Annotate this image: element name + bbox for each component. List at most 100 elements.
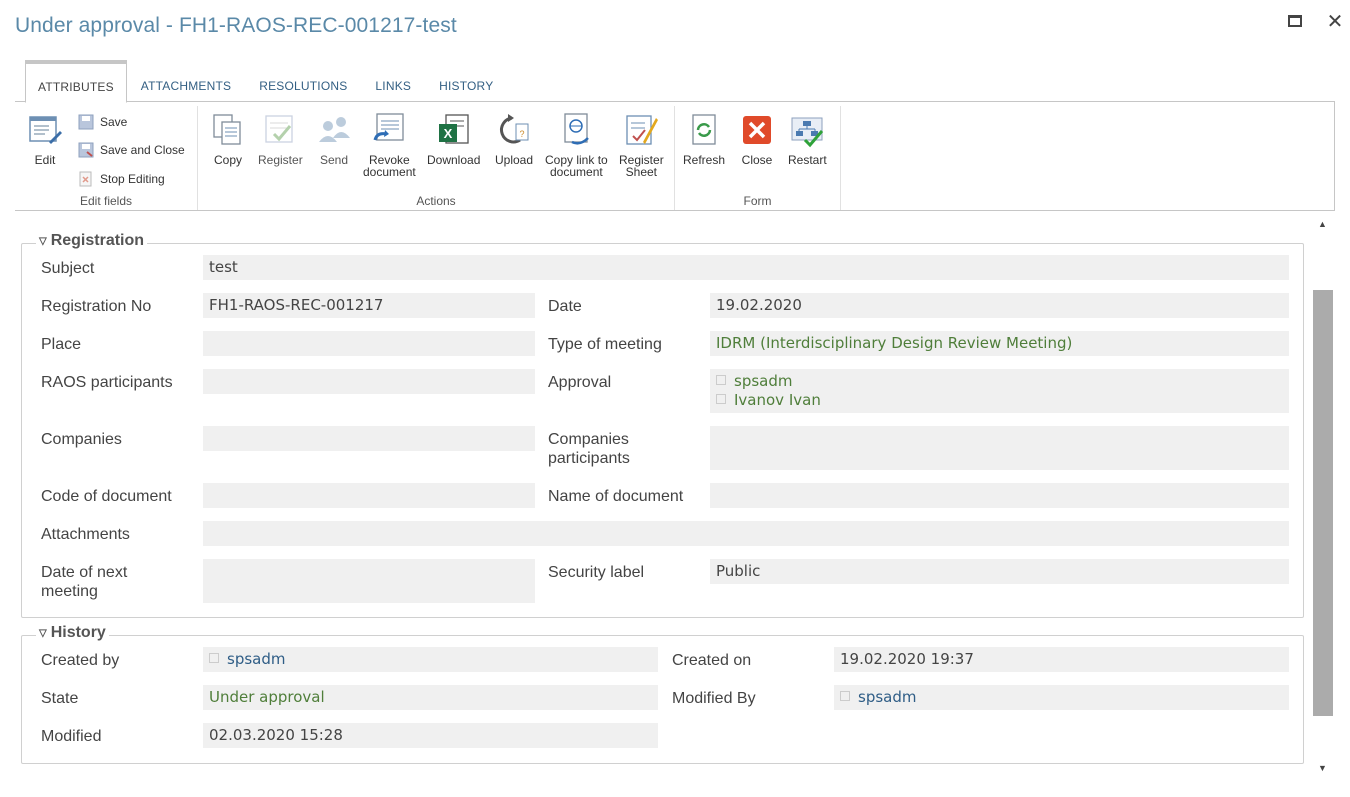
companies-participants-label-line1: Companies xyxy=(548,431,629,448)
register-label: Register xyxy=(258,153,303,167)
companies-label: Companies xyxy=(41,431,122,448)
approval-label: Approval xyxy=(548,374,612,391)
registration-legend-text: Registration xyxy=(50,232,145,249)
created-by-user[interactable]: spsadm xyxy=(227,650,285,668)
ribbon-group-form: Refresh Close Restart Form xyxy=(675,106,841,210)
window-title: Under approval - FH1-RAOS-REC-001217-tes… xyxy=(15,14,457,37)
register-sheet-icon xyxy=(626,115,659,145)
registration-no-label: Registration No xyxy=(41,298,152,315)
history-legend[interactable]: ▽ History xyxy=(36,624,109,642)
attachments-field[interactable] xyxy=(203,521,1289,546)
maximize-button[interactable] xyxy=(1284,10,1306,32)
date-of-next-meeting-label-line1: Date of next xyxy=(41,564,128,581)
date-label: Date xyxy=(548,298,582,315)
companies-field[interactable] xyxy=(203,426,535,451)
save-label: Save xyxy=(100,115,128,129)
register-icon xyxy=(265,115,293,143)
save-close-icon xyxy=(78,142,94,158)
upload-icon: ? xyxy=(500,114,529,144)
approval-field[interactable]: spsadm Ivanov Ivan xyxy=(710,369,1289,413)
companies-participants-field[interactable] xyxy=(710,426,1289,470)
companies-participants-label-line2: participants xyxy=(548,450,630,467)
code-of-document-field[interactable] xyxy=(203,483,535,508)
scroll-up-arrow-icon[interactable]: ▲ xyxy=(1312,215,1333,233)
date-of-next-meeting-label-line2: meeting xyxy=(41,583,98,600)
revoke-document-icon xyxy=(373,113,404,141)
tab-resolutions[interactable]: RESOLUTIONS xyxy=(245,60,361,102)
code-of-document-label: Code of document xyxy=(41,488,172,505)
approval-person[interactable]: Ivanov Ivan xyxy=(716,391,1283,410)
modified-by-field[interactable]: spsadm xyxy=(834,685,1289,710)
copy-label: Copy xyxy=(213,153,242,167)
checkbox-icon xyxy=(209,653,219,663)
copy-link-icon xyxy=(564,113,590,145)
date-field[interactable]: 19.02.2020 xyxy=(710,293,1289,318)
stop-editing-button[interactable]: Stop Editing xyxy=(78,171,165,187)
edit-button[interactable]: Edit xyxy=(27,112,63,166)
ribbon-group-edit-fields: Edit Save Save and Close Stop Editing Ed… xyxy=(15,106,198,210)
collapse-triangle-icon: ▽ xyxy=(39,627,47,639)
refresh-button[interactable]: Refresh xyxy=(683,112,725,166)
date-of-next-meeting-field[interactable] xyxy=(203,559,535,603)
collapse-triangle-icon: ▽ xyxy=(39,235,47,247)
send-button[interactable]: Send xyxy=(316,112,352,166)
register-sheet-button[interactable]: Register Sheet xyxy=(619,112,664,178)
copy-link-button[interactable]: Copy link to document xyxy=(545,112,608,178)
place-label: Place xyxy=(41,336,82,353)
checkbox-icon xyxy=(840,691,850,701)
send-users-icon xyxy=(319,117,350,142)
scrollbar-thumb[interactable] xyxy=(1313,290,1333,716)
history-legend-text: History xyxy=(50,624,106,641)
copy-button[interactable]: Copy xyxy=(210,112,246,166)
close-window-button[interactable]: ✕ xyxy=(1324,10,1346,33)
stop-editing-icon xyxy=(79,171,92,187)
close-icon: ✕ xyxy=(1326,10,1344,33)
registration-no-field[interactable]: FH1-RAOS-REC-001217 xyxy=(203,293,535,318)
approval-person[interactable]: spsadm xyxy=(716,372,1283,391)
upload-button[interactable]: ? Upload xyxy=(495,112,533,166)
download-button[interactable]: X Download xyxy=(427,112,480,166)
approval-person-name: spsadm xyxy=(734,372,793,390)
tab-links[interactable]: LINKS xyxy=(361,60,425,102)
modified-by-user[interactable]: spsadm xyxy=(858,688,916,706)
scroll-down-arrow-icon[interactable]: ▼ xyxy=(1312,759,1333,777)
name-of-document-label: Name of document xyxy=(548,488,684,505)
edit-label: Edit xyxy=(34,153,56,167)
tab-history[interactable]: HISTORY xyxy=(425,60,507,102)
tab-bar: ATTRIBUTES ATTACHMENTS RESOLUTIONS LINKS… xyxy=(25,60,507,103)
type-of-meeting-label: Type of meeting xyxy=(548,336,662,353)
raos-participants-field[interactable] xyxy=(203,369,535,394)
created-by-label: Created by xyxy=(41,652,120,669)
revoke-label-line2: document xyxy=(363,165,416,179)
place-field[interactable] xyxy=(203,331,535,356)
created-on-label: Created on xyxy=(672,652,752,669)
edit-icon xyxy=(29,116,62,144)
raos-participants-label: RAOS participants xyxy=(41,374,173,391)
save-and-close-button[interactable]: Save and Close xyxy=(78,142,185,158)
registration-legend[interactable]: ▽ Registration xyxy=(36,232,148,250)
checkbox-icon xyxy=(716,394,726,404)
register-sheet-label-line2: Sheet xyxy=(625,165,658,179)
security-label-field[interactable]: Public xyxy=(710,559,1289,584)
restart-button[interactable]: Restart xyxy=(788,112,827,166)
type-of-meeting-field[interactable]: IDRM (Interdisciplinary Design Review Me… xyxy=(710,331,1289,356)
subject-field[interactable]: test xyxy=(203,255,1289,280)
security-label-label: Security label xyxy=(548,564,645,581)
save-button[interactable]: Save xyxy=(78,114,127,130)
tab-attributes[interactable]: ATTRIBUTES xyxy=(25,60,127,103)
excel-download-icon: X xyxy=(438,114,469,144)
form-group-label: Form xyxy=(743,194,772,208)
created-by-field[interactable]: spsadm xyxy=(203,647,658,672)
state-field: Under approval xyxy=(203,685,658,710)
name-of-document-field[interactable] xyxy=(710,483,1289,508)
tab-attachments[interactable]: ATTACHMENTS xyxy=(127,60,245,102)
download-label: Download xyxy=(427,153,481,167)
revoke-document-button[interactable]: Revoke document xyxy=(363,112,416,178)
close-label: Close xyxy=(741,153,773,167)
checkbox-icon xyxy=(716,375,726,385)
register-button[interactable]: Register xyxy=(258,112,303,166)
modified-label: Modified xyxy=(41,728,102,745)
close-button[interactable]: Close xyxy=(739,112,775,166)
companies-participants-label: Companies participants xyxy=(548,430,630,468)
svg-text:X: X xyxy=(443,126,452,141)
